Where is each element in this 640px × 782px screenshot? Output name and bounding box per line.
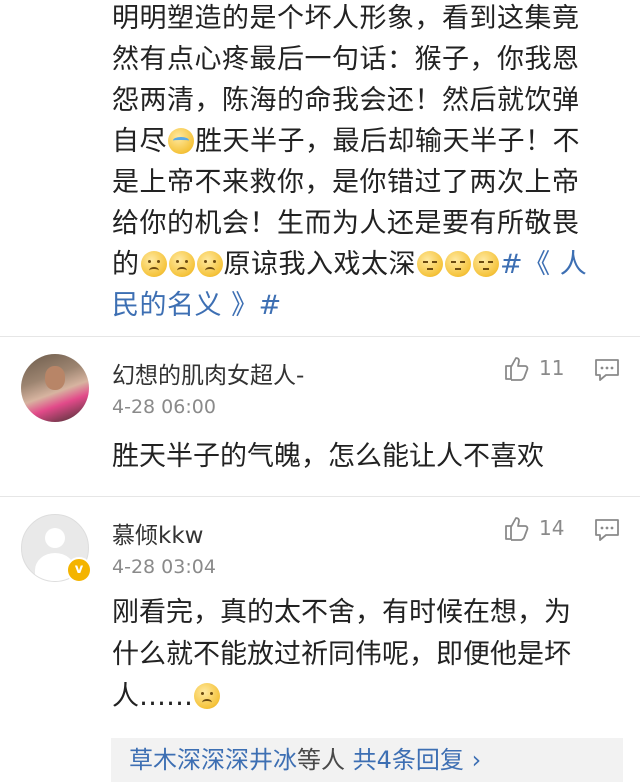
sad-face-icon — [168, 251, 195, 277]
avatar[interactable] — [21, 354, 89, 422]
comment-text-fragment: 的 — [112, 249, 140, 280]
like-count: 11 — [539, 356, 565, 380]
reply-comment-icon[interactable] — [594, 358, 620, 382]
topic-hashtag-link[interactable]: 民的名义 》# — [112, 290, 282, 321]
comment-line: 自尽 胜天半子，最后却输天半子！不 — [112, 121, 612, 162]
sad-face-icon — [196, 251, 223, 277]
comment-line: 怨两清，陈海的命我会还！然后就饮弹 — [112, 85, 580, 116]
crying-face-icon — [168, 128, 194, 154]
thumbs-up-icon — [505, 357, 529, 381]
username[interactable]: 幻想的肌肉女超人- — [112, 356, 304, 390]
comment-line: 民的名义 》# — [112, 285, 612, 326]
comment-text-fragment: 胜天半子，最后却输天半子！不 — [195, 126, 580, 157]
comment-line: 给你的机会！生而为人还是要有所敬畏 — [112, 208, 580, 239]
reply-comment-icon[interactable] — [594, 518, 620, 542]
reply-count-link[interactable]: 共4条回复 — [353, 746, 464, 774]
comment-line: 刚看完，真的太不舍，有时候在想，为 — [112, 597, 571, 628]
comment-line: 明明塑造的是个坏人形象，看到这集竟 — [112, 3, 580, 34]
comment-line: 然有点心疼最后一句话：猴子，你我恩 — [112, 44, 580, 75]
comment-line: 是上帝不来救你，是你错过了两次上帝 — [112, 167, 580, 198]
like-count: 14 — [539, 516, 565, 540]
username[interactable]: 慕倾kkw — [112, 516, 203, 550]
topic-hashtag-link[interactable]: #《 人 — [500, 249, 587, 280]
like-button[interactable]: 11 — [503, 354, 564, 382]
view-replies-bar[interactable]: 草木深深深井冰等人 共4条回复 › — [111, 738, 623, 782]
comment-line: 的 原谅我入戏太深 #《 人 — [112, 244, 612, 285]
chevron-right-icon: › — [471, 746, 482, 774]
thumbs-up-icon — [505, 517, 529, 541]
comment-line: 什么就不能放过祈同伟呢，即便他是坏 — [112, 639, 571, 670]
sleepy-face-icon — [445, 251, 471, 277]
verified-badge-icon: v — [66, 557, 92, 583]
sleepy-face-icon — [417, 251, 443, 277]
replies-separator-text: 等人 — [297, 746, 345, 774]
comment-divider — [0, 496, 640, 497]
reply-users-link[interactable]: 草木深深深井冰 — [129, 746, 297, 774]
comment-text-fragment: 自尽 — [112, 126, 167, 157]
like-button[interactable]: 14 — [503, 514, 564, 542]
comment-text-fragment: 原谅我入戏太深 — [223, 249, 416, 280]
sad-face-icon — [194, 683, 220, 709]
comment-body-continued: 明明塑造的是个坏人形象，看到这集竟 然有点心疼最后一句话：猴子，你我恩 怨两清，… — [112, 0, 612, 326]
comment-time: 4-28 06:00 — [112, 396, 216, 418]
comment-divider — [0, 336, 640, 337]
comment-time: 4-28 03:04 — [112, 556, 216, 578]
comment-text: 刚看完，真的太不舍，有时候在想，为 什么就不能放过祈同伟呢，即便他是坏 人…… — [112, 592, 612, 718]
comment-text-fragment: 人…… — [112, 681, 193, 712]
sad-face-icon — [140, 251, 167, 277]
comment-line: 人…… — [112, 676, 612, 718]
comment-text: 胜天半子的气魄，怎么能让人不喜欢 — [112, 441, 544, 472]
sleepy-face-icon — [473, 251, 499, 277]
